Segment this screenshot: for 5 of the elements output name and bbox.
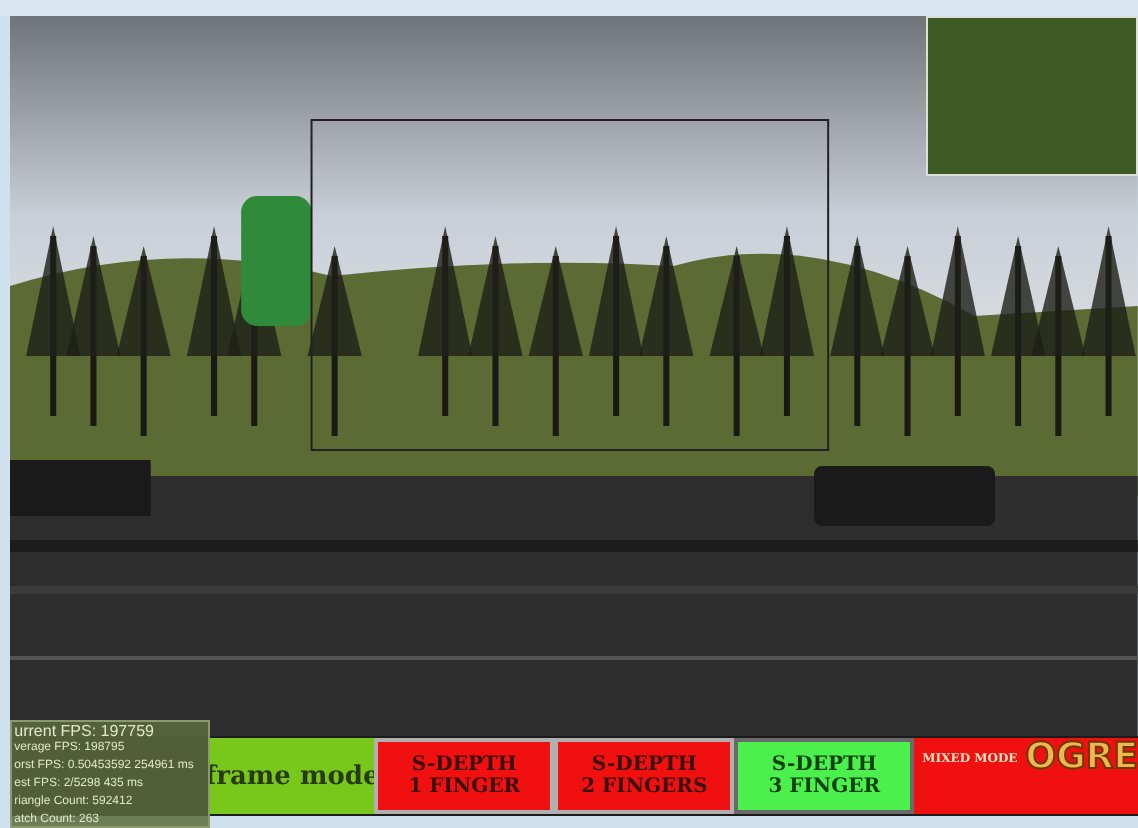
mode-button[interactable]: S-DEPTH 3 FINGER — [734, 738, 915, 814]
mode-button[interactable]: S-DEPTH 2 FINGERS — [554, 738, 735, 814]
logo: OGRE — [1025, 738, 1138, 778]
mode-button[interactable]: S-DEPTH 1 FINGER — [374, 738, 555, 814]
stats-text: urrent FPS: 197759 — [14, 722, 156, 740]
